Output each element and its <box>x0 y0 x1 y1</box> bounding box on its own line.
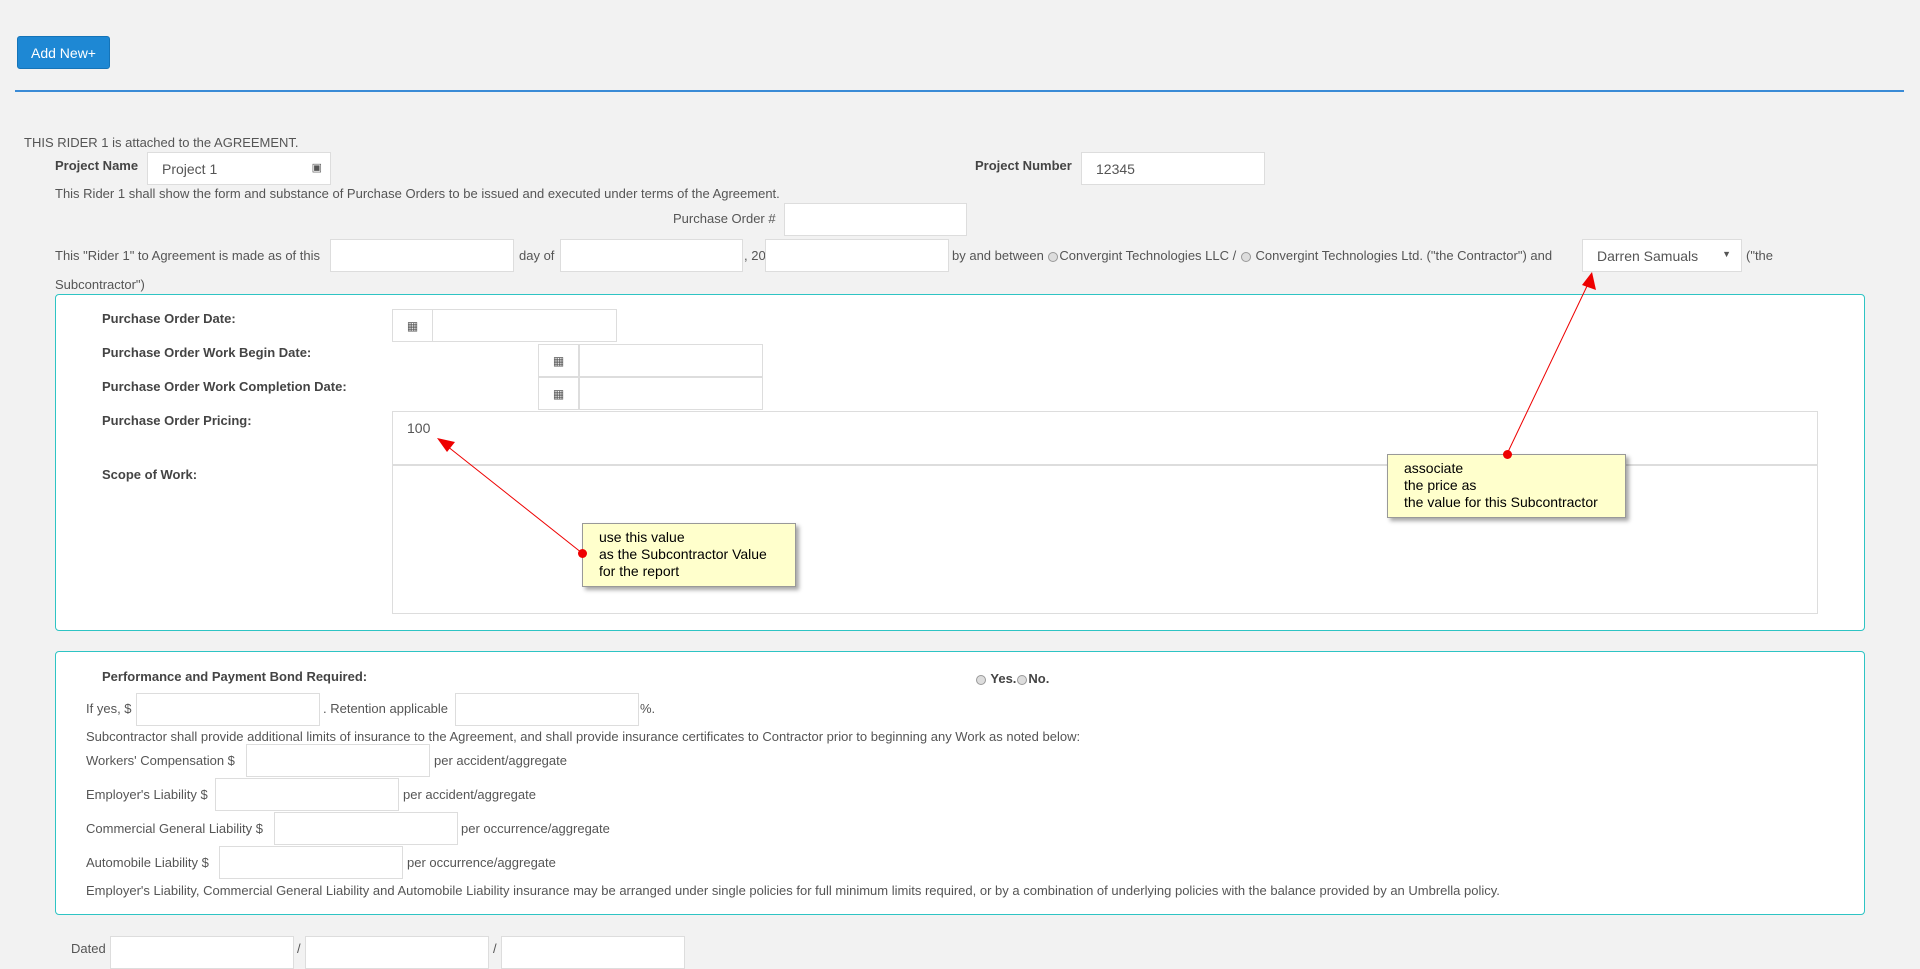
contractor-llc-radio[interactable] <box>1048 251 1059 262</box>
contractor-ltd-radio[interactable] <box>1240 251 1251 262</box>
calendar-icon[interactable]: ▦ <box>392 309 433 342</box>
begin-date-label: Purchase Order Work Begin Date: <box>102 345 312 360</box>
if-yes-label: If yes, $ <box>86 701 132 716</box>
scope-label: Scope of Work: <box>102 467 198 482</box>
employers-field[interactable] <box>215 778 399 811</box>
made-as-of-label: This "Rider 1" to Agreement is made as o… <box>55 248 321 263</box>
po-number-field[interactable] <box>784 203 967 236</box>
date-separator: / <box>493 941 497 956</box>
year-prefix: , 20 <box>744 248 766 263</box>
day-of-label: day of <box>519 248 555 263</box>
retention-field[interactable] <box>455 693 639 726</box>
workers-suffix: per accident/aggregate <box>434 753 567 768</box>
note-anchor-dot <box>578 549 587 558</box>
employers-label: Employer's Liability $ <box>86 787 208 802</box>
date-separator: / <box>297 941 301 956</box>
bond-amount-field[interactable] <box>136 693 320 726</box>
retention-label: . Retention applicable <box>323 701 449 716</box>
annotation-note-2: associate the price as the value for thi… <box>1387 454 1626 518</box>
umbrella-text: Employer's Liability, Commercial General… <box>86 883 1500 898</box>
the-label: ("the <box>1746 248 1774 263</box>
po-date-label: Purchase Order Date: <box>102 311 236 326</box>
employers-suffix: per accident/aggregate <box>403 787 536 802</box>
cgl-field[interactable] <box>274 812 458 845</box>
annotation-note-1: use this value as the Subcontractor Valu… <box>582 523 796 587</box>
completion-date-field[interactable] <box>579 377 763 410</box>
by-between-label: by and between <box>952 248 1044 263</box>
project-name-value: Project 1 <box>162 161 218 177</box>
subcontractor-selected: Darren Samuals <box>1597 248 1699 264</box>
dated-field-2[interactable] <box>305 936 489 969</box>
calendar-icon[interactable]: ▦ <box>538 344 579 377</box>
completion-date-label: Purchase Order Work Completion Date: <box>102 379 347 394</box>
dated-field-3[interactable] <box>501 936 685 969</box>
divider <box>15 90 1904 92</box>
project-name-field[interactable]: Project 1 ▣ <box>147 152 331 185</box>
po-date-field[interactable] <box>432 309 617 342</box>
bond-no-radio[interactable] <box>1017 674 1028 685</box>
note-anchor-dot <box>1503 450 1512 459</box>
cgl-label: Commercial General Liability $ <box>86 821 264 836</box>
contractor-ltd-label: Convergint Technologies Ltd. ("the Contr… <box>1255 248 1553 263</box>
contractor-llc-label: Convergint Technologies LLC / <box>1059 248 1237 263</box>
po-number-label: Purchase Order # <box>673 211 776 226</box>
auto-suffix: per occurrence/aggregate <box>407 855 556 870</box>
subcontractor-label: Subcontractor") <box>55 277 145 292</box>
contact-card-icon: ▣ <box>311 162 322 174</box>
pricing-label: Purchase Order Pricing: <box>102 413 252 428</box>
bond-no-label: No. <box>1028 671 1050 686</box>
percent-label: %. <box>640 701 656 716</box>
year-field[interactable] <box>765 239 949 272</box>
workers-field[interactable] <box>246 744 430 777</box>
project-name-label: Project Name <box>55 158 139 173</box>
subcontractor-select[interactable]: Darren Samuals ▼ <box>1582 239 1742 272</box>
auto-label: Automobile Liability $ <box>86 855 209 870</box>
dated-field-1[interactable] <box>110 936 294 969</box>
auto-field[interactable] <box>219 846 403 879</box>
arrow-head-2 <box>1582 272 1596 290</box>
begin-date-field[interactable] <box>579 344 763 377</box>
insurance-text: Subcontractor shall provide additional l… <box>86 729 1081 744</box>
project-number-field[interactable]: 12345 <box>1081 152 1265 185</box>
bond-yes-radio[interactable] <box>976 674 986 685</box>
add-new-button[interactable]: Add New+ <box>17 36 110 69</box>
month-field[interactable] <box>560 239 743 272</box>
bond-yes-label: Yes. <box>990 671 1017 686</box>
chevron-down-icon: ▼ <box>1722 249 1731 259</box>
project-number-label: Project Number <box>975 158 1072 173</box>
attached-text: THIS RIDER 1 is attached to the AGREEMEN… <box>24 135 299 150</box>
dated-label: Dated <box>71 941 106 956</box>
cgl-suffix: per occurrence/aggregate <box>461 821 610 836</box>
bond-label: Performance and Payment Bond Required: <box>102 669 368 684</box>
calendar-icon[interactable]: ▦ <box>538 377 579 410</box>
workers-label: Workers' Compensation $ <box>86 753 235 768</box>
rider-description: This Rider 1 shall show the form and sub… <box>55 186 780 201</box>
day-field[interactable] <box>330 239 514 272</box>
